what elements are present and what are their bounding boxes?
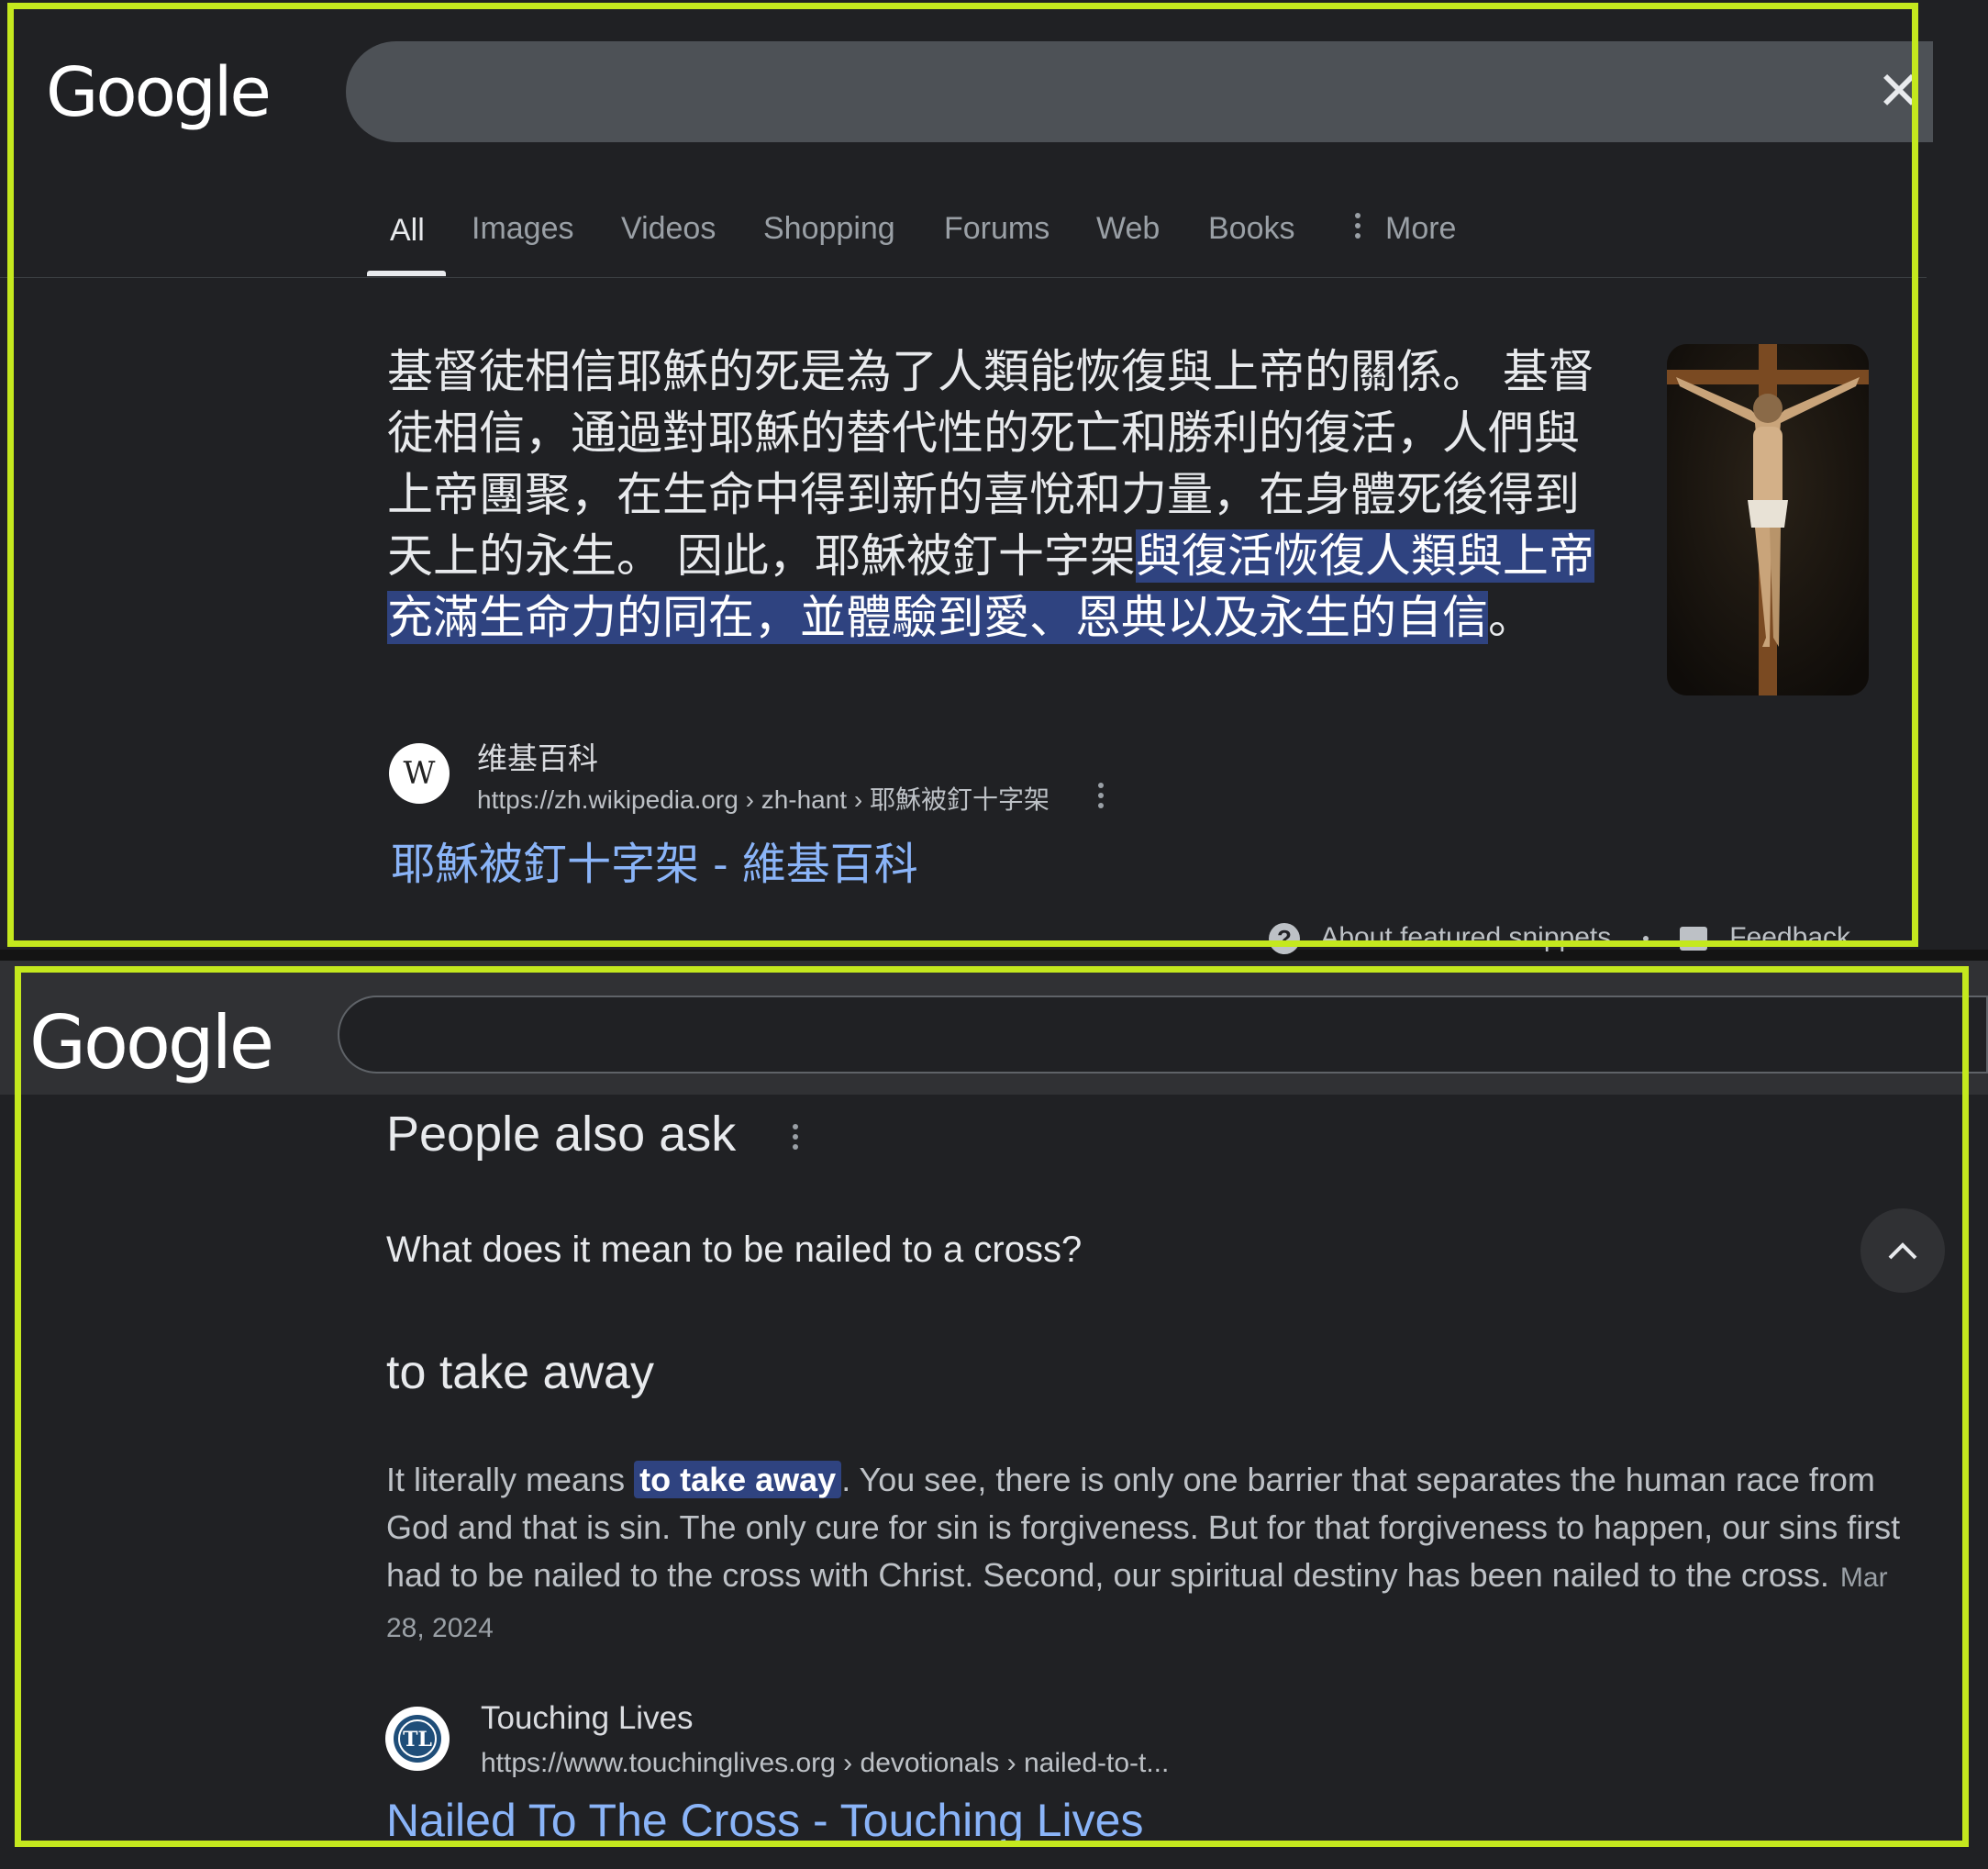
clear-search-button[interactable]: ✕ xyxy=(1871,64,1927,119)
help-icon: ? xyxy=(1269,923,1300,955)
touching-lives-icon: TL xyxy=(394,1715,441,1763)
tab-more[interactable]: More xyxy=(1385,211,1456,247)
tab-all[interactable]: All xyxy=(390,213,425,249)
tab-books[interactable]: Books xyxy=(1208,211,1295,247)
result-title-link[interactable]: 耶穌被釘十字架 - 維基百科 xyxy=(391,828,918,892)
answer-heading: to take away xyxy=(386,1346,654,1399)
tab-shopping[interactable]: Shopping xyxy=(763,211,895,247)
source-site-name[interactable]: Touching Lives xyxy=(481,1700,694,1737)
snippet-end: 。 xyxy=(1488,591,1534,644)
feedback-icon xyxy=(1679,927,1707,951)
wikipedia-favicon: W xyxy=(389,743,450,804)
chevron-up-icon xyxy=(1888,1242,1917,1260)
google-logo[interactable]: Google xyxy=(29,1000,274,1085)
result-menu-icon[interactable] xyxy=(1096,783,1105,813)
tab-web[interactable]: Web xyxy=(1096,211,1160,247)
snippet-footer: ? About featured snippets Feedback xyxy=(1269,922,1850,959)
google-logo[interactable]: Google xyxy=(46,53,272,132)
feedback-link[interactable]: Feedback xyxy=(1729,922,1850,952)
paa-menu-icon[interactable] xyxy=(791,1124,800,1154)
source-url[interactable]: https://www.touchinglives.org › devotion… xyxy=(481,1748,1169,1779)
paa-question[interactable]: What does it mean to be nailed to a cros… xyxy=(386,1229,1082,1271)
people-also-ask-heading: People also ask xyxy=(386,1107,737,1162)
more-vert-icon[interactable] xyxy=(1353,213,1362,243)
tab-forums[interactable]: Forums xyxy=(944,211,1050,247)
answer-before: It literally means xyxy=(386,1461,635,1498)
close-icon: ✕ xyxy=(1876,61,1922,121)
source-site-name[interactable]: 维基百科 xyxy=(477,734,598,778)
answer-text: It literally means to take away. You see… xyxy=(386,1456,1927,1652)
separator-dot xyxy=(1642,936,1649,942)
touching-lives-monogram: TL xyxy=(403,1728,432,1752)
featured-snippet-text: 基督徒相信耶穌的死是為了人類能恢復與上帝的關係。 基督徒相信，通過對耶穌的替代性… xyxy=(387,341,1616,649)
crucifixion-illustration xyxy=(1667,344,1869,695)
tab-images[interactable]: Images xyxy=(472,211,574,247)
answer-highlight: to take away xyxy=(634,1461,842,1498)
wikipedia-icon: W xyxy=(403,755,436,792)
crucifixion-image[interactable] xyxy=(1667,344,1869,695)
bottom-panel xyxy=(0,961,1988,1869)
touching-lives-favicon: TL xyxy=(385,1707,450,1771)
active-tab-indicator xyxy=(367,271,446,276)
about-snippets-link[interactable]: About featured snippets xyxy=(1320,922,1611,952)
search-input[interactable] xyxy=(338,996,1988,1074)
tabs-divider xyxy=(0,277,1927,278)
collapse-button[interactable] xyxy=(1860,1208,1945,1293)
tab-videos[interactable]: Videos xyxy=(621,211,716,247)
source-url[interactable]: https://zh.wikipedia.org › zh-hant › 耶穌被… xyxy=(477,780,1050,817)
search-input[interactable] xyxy=(346,41,1933,142)
result-title-link[interactable]: Nailed To The Cross - Touching Lives xyxy=(386,1794,1143,1847)
